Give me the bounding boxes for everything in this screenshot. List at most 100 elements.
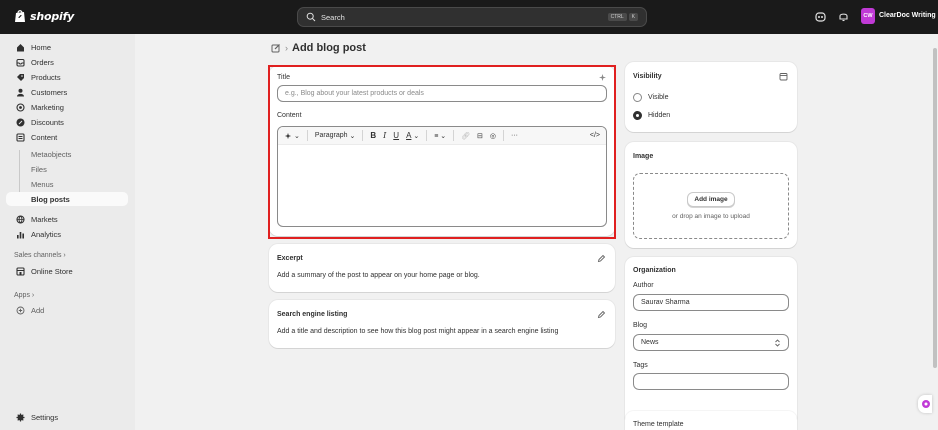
sidebar-item-metaobjects[interactable]: Metaobjects — [6, 147, 128, 161]
sidebar-item-label: Marketing — [31, 102, 64, 112]
theme-template-card: Theme template — [625, 411, 797, 430]
sidebar-item-label: Markets — [31, 214, 58, 224]
sidekick-icon[interactable] — [814, 10, 827, 23]
hidden-label: Hidden — [648, 112, 671, 119]
drop-hint: or drop an image to upload — [672, 213, 750, 220]
blog-edit-icon[interactable] — [271, 43, 281, 53]
scrollbar-thumb[interactable] — [933, 48, 937, 368]
target-icon — [16, 102, 25, 112]
excerpt-title: Excerpt — [277, 255, 303, 262]
shopping-bag-icon — [15, 10, 25, 22]
sidebar-item-label: Customers — [31, 87, 68, 97]
tag-icon — [17, 73, 24, 81]
shortcut-ctrl: CTRL — [607, 13, 627, 21]
shopify-logo[interactable]: shopify — [14, 9, 74, 23]
seo-card: Search engine listing Add a title and de… — [269, 300, 615, 348]
sidebar-item-orders[interactable]: Orders — [6, 55, 128, 69]
sidebar-item-markets[interactable]: Markets — [6, 212, 128, 226]
sales-channels-heading[interactable]: Sales channels › — [14, 252, 66, 259]
person-icon — [17, 88, 24, 96]
store-name[interactable]: ClearDoc Writing — [879, 12, 936, 19]
bell-icon[interactable] — [837, 10, 850, 23]
seo-title: Search engine listing — [277, 311, 348, 318]
organization-card: Organization Author Saurav Sharma Blog N… — [625, 257, 797, 425]
sidebar-item-label: Analytics — [31, 229, 62, 239]
store-avatar[interactable]: CW — [861, 8, 875, 24]
sidebar-item-label: Home — [31, 42, 52, 52]
sidebar-item-files[interactable]: Files — [6, 162, 128, 176]
blog-select[interactable]: News — [633, 334, 789, 351]
pencil-icon[interactable] — [597, 310, 606, 319]
visibility-title: Visibility — [633, 73, 662, 80]
excerpt-help: Add a summary of the post to appear on y… — [277, 272, 480, 279]
sidebar-item-blog-posts[interactable]: Blog posts — [6, 192, 128, 206]
author-label: Author — [633, 282, 654, 289]
sidebar-item-add-app[interactable]: Add — [6, 303, 128, 317]
image-dropzone[interactable]: Add image or drop an image to upload — [633, 173, 789, 239]
breadcrumb: › Add blog post — [271, 42, 366, 54]
plus-circle-icon — [16, 306, 25, 314]
visible-label: Visible — [648, 94, 669, 101]
sidebar-item-label: Content — [31, 132, 58, 142]
selection-highlight — [268, 65, 616, 239]
seo-help: Add a title and description to see how t… — [277, 328, 559, 335]
sidebar-item-online-store[interactable]: Online Store — [6, 264, 128, 278]
visibility-card: Visibility Visible Hidden — [625, 62, 797, 132]
visible-radio[interactable]: Visible — [633, 93, 669, 102]
search-placeholder: Search — [321, 12, 345, 22]
inbox-icon — [16, 58, 25, 67]
sidebar-item-marketing[interactable]: Marketing — [6, 100, 128, 114]
sidebar-item-label: Products — [31, 72, 61, 82]
organization-title: Organization — [633, 267, 676, 274]
theme-template-title: Theme template — [633, 421, 684, 428]
sidekick-sparkle-icon — [922, 400, 930, 408]
image-title: Image — [633, 153, 654, 160]
apps-heading[interactable]: Apps › — [14, 292, 34, 299]
tags-label: Tags — [633, 362, 648, 369]
apps-label: Apps — [14, 292, 30, 299]
page-title: Add blog post — [292, 42, 366, 54]
sidebar-item-content[interactable]: Content — [6, 130, 128, 144]
blog-label: Blog — [633, 322, 648, 329]
calendar-icon[interactable] — [779, 72, 788, 81]
tags-input[interactable] — [633, 373, 789, 390]
sidebar-item-products[interactable]: Products — [6, 70, 128, 84]
sidebar-item-label: Online Store — [31, 266, 73, 276]
discount-icon — [16, 118, 25, 126]
author-field[interactable]: Saurav Sharma — [633, 294, 789, 311]
sidebar-item-settings[interactable]: Settings — [6, 410, 128, 424]
search-icon — [306, 12, 316, 22]
sidebar-item-label: Orders — [31, 57, 54, 67]
sidebar-item-label: Discounts — [31, 117, 64, 127]
select-arrows-icon — [775, 339, 780, 347]
content-icon — [16, 132, 25, 142]
bar-chart-icon — [17, 231, 24, 238]
search-input[interactable]: Search CTRL K — [297, 7, 647, 27]
sidebar-item-label: Settings — [31, 412, 59, 422]
sales-channels-label: Sales channels — [14, 252, 62, 259]
main-content: › Add blog post Title e.g., Blog about y… — [135, 34, 932, 430]
breadcrumb-separator: › — [285, 43, 288, 53]
brand-name: shopify — [30, 9, 75, 23]
radio-circle-selected — [633, 111, 642, 120]
top-bar: shopify Search CTRL K CW ClearDoc Writin… — [0, 0, 938, 34]
sidebar-item-menus[interactable]: Menus — [6, 177, 128, 191]
store-icon — [16, 266, 25, 276]
shortcut-k: K — [628, 13, 638, 21]
home-icon — [17, 43, 24, 51]
add-image-button[interactable]: Add image — [687, 192, 735, 207]
sidebar-item-customers[interactable]: Customers — [6, 85, 128, 99]
blog-selected-value: News — [641, 339, 659, 346]
globe-icon — [16, 214, 25, 224]
radio-circle — [633, 93, 642, 102]
excerpt-card: Excerpt Add a summary of the post to app… — [269, 244, 615, 292]
sidebar-item-label: Add — [31, 305, 45, 315]
sidebar-item-discounts[interactable]: Discounts — [6, 115, 128, 129]
image-card: Image Add image or drop an image to uplo… — [625, 142, 797, 248]
gear-icon — [16, 413, 25, 421]
sidebar-item-home[interactable]: Home — [6, 40, 128, 54]
hidden-radio[interactable]: Hidden — [633, 111, 670, 120]
pencil-icon[interactable] — [597, 254, 606, 263]
sidebar-item-analytics[interactable]: Analytics — [6, 227, 128, 241]
help-widget-button[interactable] — [918, 395, 932, 413]
